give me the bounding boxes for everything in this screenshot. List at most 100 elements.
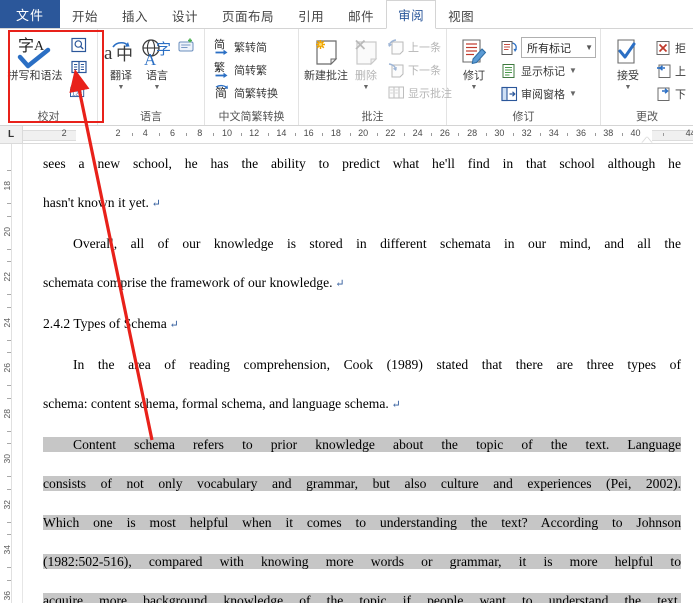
tab-home[interactable]: 开始 bbox=[60, 0, 110, 29]
language-caret-icon[interactable]: ▼ bbox=[154, 84, 161, 91]
reviewing-pane-button[interactable]: 审阅窗格 ▼ bbox=[498, 82, 596, 105]
display-review-icon bbox=[501, 39, 518, 56]
track-changes-label: 修订 bbox=[463, 70, 485, 82]
vertical-ruler-tick bbox=[7, 339, 11, 341]
document-paragraph[interactable]: sees a new school, he has the ability to… bbox=[43, 144, 681, 183]
thesaurus-button[interactable] bbox=[67, 34, 93, 56]
display-for-review-combo[interactable]: 所有标记 ▼ bbox=[521, 37, 596, 58]
track-changes-button[interactable]: 修订 ▼ bbox=[452, 34, 496, 93]
tab-insert[interactable]: 插入 bbox=[110, 0, 160, 29]
paragraph-mark: ↵ bbox=[148, 198, 161, 210]
tab-page-layout[interactable]: 页面布局 bbox=[210, 0, 286, 29]
trad-to-simp-button[interactable]: 简 繁转简 bbox=[211, 35, 281, 58]
tab-mailings[interactable]: 邮件 bbox=[336, 0, 386, 29]
document-paragraph[interactable]: 2.4.2 Types of Schema ↵ bbox=[43, 304, 681, 345]
show-markup-button[interactable]: 显示标记 ▼ bbox=[498, 59, 596, 82]
ruler-tick bbox=[567, 133, 569, 136]
new-comment-button[interactable]: 新建批注 bbox=[303, 34, 349, 85]
ribbon-group-chinese-conversion: 简 繁转简 繁 简转繁 简 简繁转换 中文简繁转换 bbox=[205, 29, 299, 125]
previous-comment-button[interactable]: 上一条 bbox=[385, 35, 455, 58]
tab-review[interactable]: 审阅 bbox=[386, 0, 437, 29]
display-for-review-row: 所有标记 ▼ bbox=[498, 36, 596, 59]
ruler-tick bbox=[594, 133, 596, 136]
vertical-ruler[interactable]: 18 20 22 24 26 28 30 32 34 36 bbox=[0, 144, 23, 603]
ruler-track[interactable]: 224681012141618202224262830323436384044 bbox=[23, 126, 693, 143]
paragraph-mark: ↵ bbox=[332, 278, 345, 290]
vertical-ruler-tick-label: 28 bbox=[2, 408, 12, 418]
tab-references-label: 引用 bbox=[298, 9, 325, 24]
delete-comment-caret-icon[interactable]: ▼ bbox=[363, 84, 370, 91]
tab-view[interactable]: 视图 bbox=[436, 0, 486, 29]
document-paragraph[interactable]: schemata comprise the framework of our k… bbox=[43, 263, 681, 304]
trad-simp-icon: 简 bbox=[214, 38, 231, 55]
svg-text:a: a bbox=[104, 43, 113, 64]
text-run: 2.4.2 Types of Schema bbox=[43, 316, 167, 331]
delete-comment-button[interactable]: 删除 ▼ bbox=[349, 34, 383, 93]
document-paragraph[interactable]: In the area of reading comprehension, Co… bbox=[43, 345, 681, 384]
vertical-ruler-tick bbox=[7, 567, 11, 568]
accept-caret-icon[interactable]: ▼ bbox=[625, 84, 632, 91]
track-changes-caret-icon[interactable]: ▼ bbox=[471, 84, 478, 91]
ruler-tick bbox=[267, 133, 269, 136]
paragraph-text: 2.4.2 Types of Schema bbox=[43, 316, 167, 331]
tab-references[interactable]: 引用 bbox=[286, 0, 336, 29]
ruler-tick bbox=[240, 133, 242, 136]
ruler-tick-label: 10 bbox=[221, 128, 232, 138]
document-paragraph[interactable]: (1982:502-516), compared with knowing mo… bbox=[43, 542, 681, 581]
previous-comment-label: 上一条 bbox=[408, 41, 441, 54]
ribbon-group-comments: 新建批注 删除 ▼ 上一条 下一条 显示批注 批注 bbox=[299, 29, 452, 125]
document-paragraph[interactable]: Content schema refers to prior knowledge… bbox=[43, 425, 681, 464]
next-change-icon bbox=[655, 85, 672, 102]
document-paragraph[interactable]: Which one is most helpful when it comes … bbox=[43, 503, 681, 542]
tab-stop-selector[interactable]: L bbox=[0, 126, 23, 143]
document-text[interactable]: sees a new school, he has the ability to… bbox=[43, 144, 681, 603]
right-indent-marker[interactable] bbox=[642, 137, 653, 143]
simp-to-trad-button[interactable]: 繁 简转繁 bbox=[211, 58, 281, 81]
delete-comment-icon bbox=[350, 36, 382, 70]
translate-button[interactable]: a 中 翻译 ▼ bbox=[103, 34, 139, 93]
vertical-ruler-tick bbox=[7, 534, 11, 535]
next-change-button[interactable]: 下 bbox=[652, 82, 689, 105]
conversion-icon: 简 bbox=[214, 84, 231, 101]
tab-review-label: 审阅 bbox=[398, 9, 425, 23]
document-paragraph[interactable]: Overall, all of our knowledge is stored … bbox=[43, 224, 681, 263]
reject-button[interactable]: 拒 bbox=[652, 36, 689, 59]
tab-design[interactable]: 设计 bbox=[160, 0, 210, 29]
horizontal-ruler[interactable]: L 2 2 4 6 8 10 12 14 16 18 20 22 24 26 28 30 32 34 36 38 40 4… bbox=[0, 126, 693, 144]
ruler-tick bbox=[431, 133, 433, 136]
reviewing-pane-caret-icon[interactable]: ▼ bbox=[569, 89, 577, 98]
spelling-grammar-button[interactable]: 字 A 拼写和语法 bbox=[6, 34, 64, 85]
show-comments-button[interactable]: 显示批注 bbox=[385, 81, 455, 104]
document-paragraph[interactable]: consists of not only vocabulary and gram… bbox=[43, 464, 681, 503]
ribbon-group-tracking: 修订 ▼ 所有标记 ▼ 显示标记 ▼ 审阅窗格 ▼ 修订 bbox=[447, 29, 601, 125]
tab-stop-selector-label: L bbox=[7, 129, 15, 140]
ribbon-group-language: a 中 翻译 ▼ A 字 语言 ▼ 语言 bbox=[98, 29, 205, 125]
vertical-ruler-tick-label: 32 bbox=[2, 499, 12, 509]
document-paragraph[interactable]: schema: content schema, formal schema, a… bbox=[43, 384, 681, 425]
accept-label: 接受 bbox=[617, 70, 639, 82]
conversion-button[interactable]: 简 简繁转换 bbox=[211, 81, 281, 104]
ribbon-group-tracking-label: 修订 bbox=[512, 111, 535, 123]
ruler-tick-label: 30 bbox=[494, 128, 505, 138]
show-markup-caret-icon[interactable]: ▼ bbox=[569, 66, 577, 75]
simp-trad-icon: 繁 bbox=[214, 61, 231, 78]
mini-translator-button[interactable] bbox=[175, 35, 201, 56]
document-paragraph[interactable]: hasn't known it yet. ↵ bbox=[43, 183, 681, 224]
tab-file[interactable]: 文件 bbox=[0, 0, 60, 28]
document-page[interactable]: sees a new school, he has the ability to… bbox=[23, 144, 693, 603]
spelling-grammar-label: 拼写和语法 bbox=[7, 70, 63, 82]
previous-change-button[interactable]: 上 bbox=[652, 59, 689, 82]
translate-caret-icon[interactable]: ▼ bbox=[118, 84, 125, 91]
word-count-button[interactable]: ABC 123 bbox=[67, 78, 93, 100]
reject-label: 拒 bbox=[675, 42, 686, 55]
language-button[interactable]: A 字 语言 ▼ bbox=[139, 34, 175, 93]
document-paragraph[interactable]: acquire more background knowledge of the… bbox=[43, 581, 681, 603]
paragraph-mark: ↵ bbox=[166, 319, 179, 331]
vertical-ruler-tick bbox=[7, 385, 11, 386]
next-comment-button[interactable]: 下一条 bbox=[385, 58, 455, 81]
accept-button[interactable]: 接受 ▼ bbox=[607, 34, 649, 93]
define-button[interactable] bbox=[67, 56, 93, 78]
delete-comment-label: 删除 bbox=[355, 70, 377, 82]
svg-text:繁: 繁 bbox=[214, 61, 225, 74]
vertical-ruler-tick bbox=[7, 430, 11, 432]
